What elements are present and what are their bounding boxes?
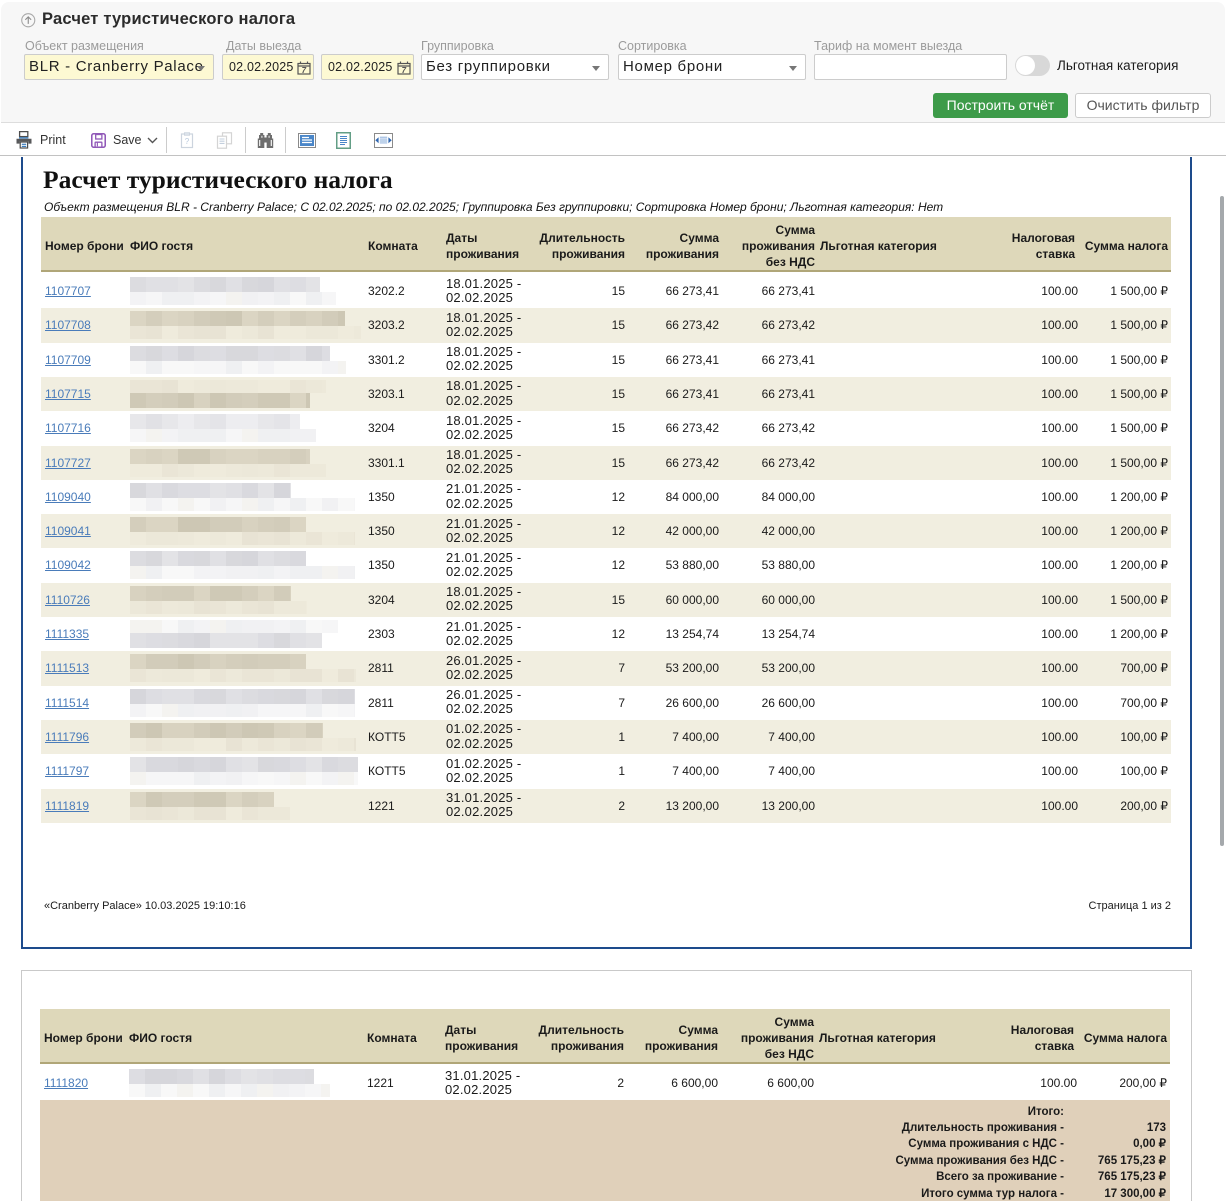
svg-text:?: ? [185, 137, 190, 146]
svg-text:7: 7 [402, 66, 407, 75]
svg-text:7: 7 [302, 66, 307, 75]
